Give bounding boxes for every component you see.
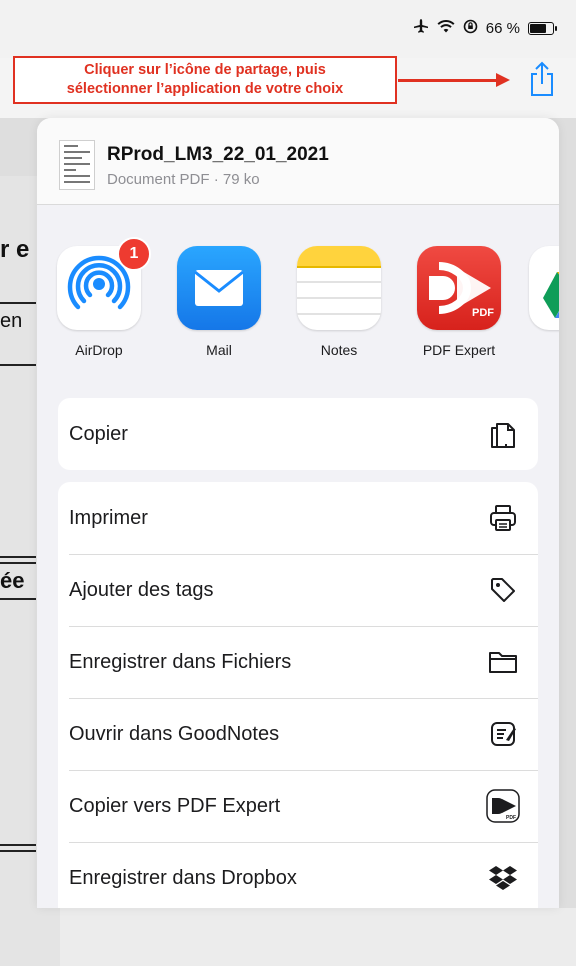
app-label: Mail — [206, 342, 232, 358]
status-bar: 66 % — [0, 0, 576, 58]
document-divider — [0, 562, 36, 564]
share-sheet-header: RProd_LM3_22_01_2021 Document PDF · 79 k… — [37, 118, 559, 205]
action-label: Copier — [69, 422, 128, 445]
pdf-expert-small-icon: PDF — [486, 789, 520, 823]
app-google-drive[interactable] — [529, 246, 559, 330]
airplane-icon — [413, 18, 429, 38]
action-copy-to-pdf-expert[interactable]: Copier vers PDF Expert PDF — [58, 770, 538, 842]
copy-action-group: Copier — [58, 398, 538, 470]
action-label: Copier vers PDF Expert — [69, 794, 281, 817]
pdf-expert-icon: PDF — [417, 246, 501, 330]
action-label: Ajouter des tags — [69, 578, 214, 601]
app-notes[interactable]: Notes — [289, 246, 389, 358]
battery-percentage: 66 % — [485, 19, 520, 37]
document-subtitle: Document PDF · 79 ko — [107, 171, 260, 188]
document-divider — [0, 364, 36, 366]
app-share-row: 1 AirDrop Mail Notes PDF PDF Expert — [37, 237, 559, 366]
action-save-to-files[interactable]: Enregistrer dans Fichiers — [58, 626, 538, 698]
action-print[interactable]: Imprimer — [58, 482, 538, 554]
document-fragment: ée — [0, 568, 25, 593]
app-label: PDF Expert — [422, 342, 496, 358]
action-save-to-dropbox[interactable]: Enregistrer dans Dropbox — [58, 842, 538, 908]
wifi-icon — [437, 19, 455, 37]
app-airdrop[interactable]: 1 AirDrop — [49, 237, 151, 358]
callout-arrow-head — [496, 73, 510, 87]
app-label: Notes — [320, 342, 358, 358]
action-list: Imprimer Ajouter des tags Enregistrer da… — [58, 482, 538, 908]
status-indicators: 66 % — [413, 18, 557, 38]
document-fragment: r e — [0, 236, 30, 263]
tag-icon — [486, 573, 520, 607]
action-label: Enregistrer dans Dropbox — [69, 866, 297, 889]
dropbox-icon — [486, 861, 520, 895]
action-label: Imprimer — [69, 506, 148, 529]
orientation-lock-icon — [463, 19, 478, 38]
mail-icon — [177, 246, 261, 330]
svg-text:PDF: PDF — [472, 307, 494, 319]
goodnotes-icon — [486, 717, 520, 751]
app-mail[interactable]: Mail — [169, 246, 269, 358]
document-divider — [0, 302, 36, 304]
svg-text:PDF: PDF — [506, 815, 516, 821]
action-label: Enregistrer dans Fichiers — [69, 650, 292, 673]
action-open-in-goodnotes[interactable]: Ouvrir dans GoodNotes — [58, 698, 538, 770]
callout-arrow — [398, 79, 498, 82]
app-label: AirDrop — [75, 342, 123, 358]
battery-icon — [528, 21, 557, 35]
instruction-line: Cliquer sur l’icône de partage, puis — [84, 62, 326, 78]
notification-badge: 1 — [117, 237, 151, 271]
document-divider — [0, 850, 36, 852]
instruction-callout: Cliquer sur l’icône de partage, puis sél… — [13, 56, 397, 104]
folder-icon — [486, 645, 520, 679]
notes-icon — [297, 246, 381, 330]
document-title: RProd_LM3_22_01_2021 — [107, 144, 329, 165]
google-drive-icon — [529, 246, 559, 330]
share-icon — [528, 61, 556, 102]
printer-icon — [486, 501, 520, 535]
app-pdf-expert[interactable]: PDF PDF Expert — [409, 246, 509, 358]
action-label: Ouvrir dans GoodNotes — [69, 722, 280, 745]
document-divider — [0, 844, 36, 846]
action-add-tags[interactable]: Ajouter des tags — [58, 554, 538, 626]
copy-icon — [486, 417, 520, 451]
document-divider — [0, 556, 36, 558]
instruction-line: sélectionner l’application de votre choi… — [66, 81, 344, 97]
document-thumbnail — [59, 140, 95, 190]
action-copy[interactable]: Copier — [58, 398, 538, 470]
share-button[interactable] — [528, 60, 556, 98]
document-fragment: en — [0, 310, 23, 332]
share-sheet: RProd_LM3_22_01_2021 Document PDF · 79 k… — [37, 118, 559, 908]
document-divider — [0, 598, 36, 600]
